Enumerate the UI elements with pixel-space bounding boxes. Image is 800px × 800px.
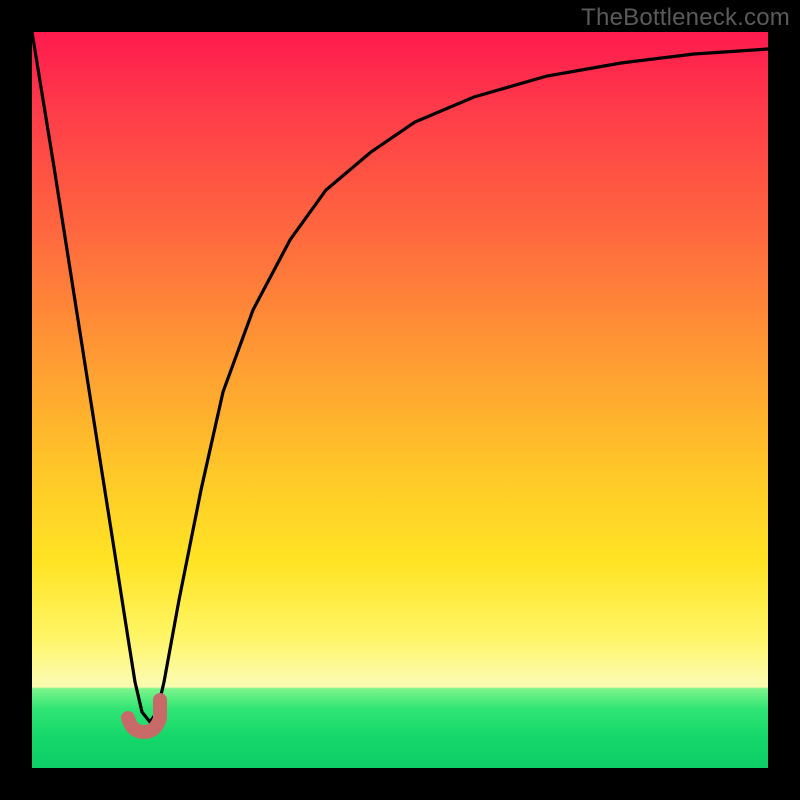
- plot-area: [32, 32, 768, 768]
- chart-frame: TheBottleneck.com: [0, 0, 800, 800]
- watermark-text: TheBottleneck.com: [581, 4, 790, 32]
- bottleneck-curve: [32, 32, 768, 722]
- curve-layer: [32, 32, 768, 768]
